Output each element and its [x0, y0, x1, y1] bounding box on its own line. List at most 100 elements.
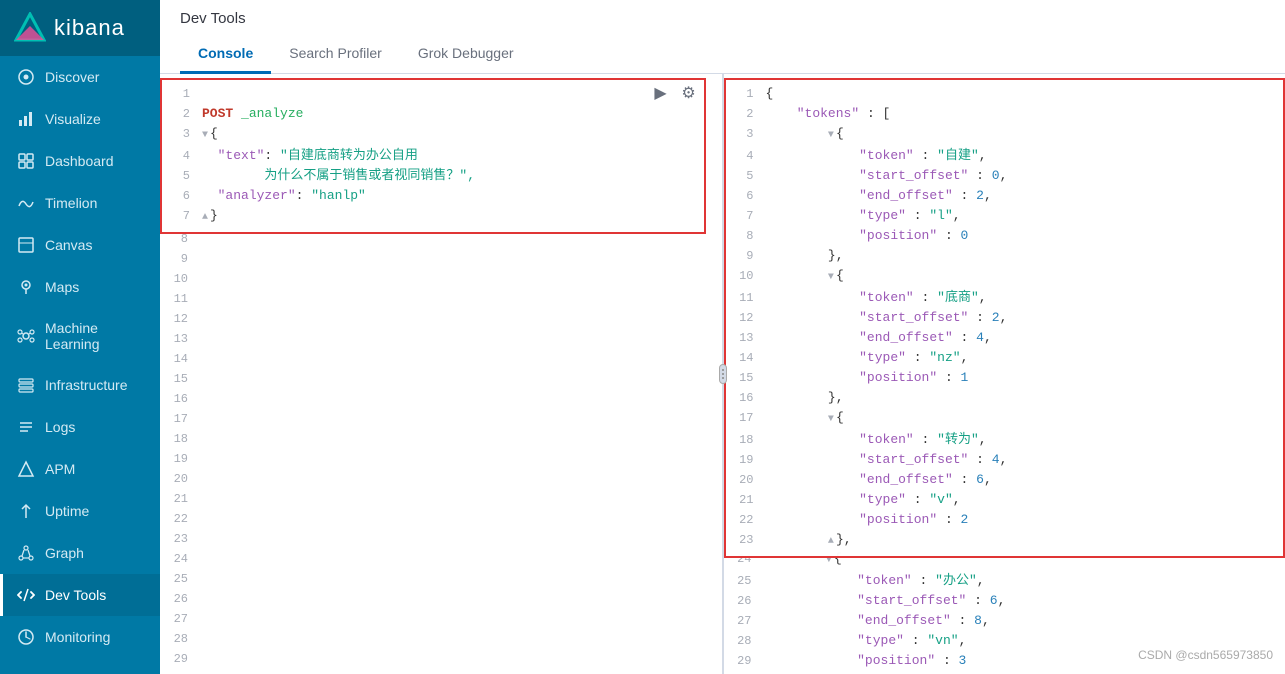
sidebar-item-logs[interactable]: Logs	[0, 406, 160, 448]
code-line: 22	[160, 509, 722, 529]
sidebar-item-uptime[interactable]: Uptime	[0, 490, 160, 532]
sidebar-item-label: Machine Learning	[45, 320, 146, 352]
sidebar-item-label: Uptime	[45, 503, 89, 519]
code-line: 13 "end_offset" : 4,	[726, 328, 1284, 348]
sidebar-item-label: Visualize	[45, 111, 101, 127]
code-line: 26	[160, 589, 722, 609]
kibana-logo-icon	[14, 12, 46, 44]
code-line: 12 "start_offset" : 2,	[726, 308, 1284, 328]
dev-tools-icon	[17, 586, 35, 604]
code-line: 17 ▼{	[726, 408, 1284, 430]
sidebar-item-label: Monitoring	[45, 629, 110, 645]
panel-divider	[723, 74, 724, 674]
code-line: 9	[160, 249, 722, 269]
code-line: 15	[160, 369, 722, 389]
code-line: 27 "end_offset" : 8,	[724, 611, 1285, 631]
code-line: 17	[160, 409, 722, 429]
code-line: 20 "end_offset" : 6,	[726, 470, 1284, 490]
sidebar-item-label: Graph	[45, 545, 84, 561]
code-line: 26 "start_offset" : 6,	[724, 591, 1285, 611]
visualize-icon	[17, 110, 35, 128]
code-line: 21 "type" : "v",	[726, 490, 1284, 510]
code-line: 13	[160, 329, 722, 349]
code-line: 1 {	[726, 84, 1284, 104]
sidebar-item-label: Infrastructure	[45, 377, 127, 393]
code-line: 1	[162, 84, 704, 104]
divider-handle[interactable]	[719, 364, 727, 384]
output-highlight-box: 1 { 2 "tokens" : [ 3 ▼{	[724, 78, 1285, 558]
sidebar-item-label: APM	[45, 461, 75, 477]
sidebar-item-label: Maps	[45, 279, 79, 295]
timelion-icon	[17, 194, 35, 212]
code-line: 18	[160, 429, 722, 449]
sidebar-item-dashboard[interactable]: Dashboard	[0, 140, 160, 182]
sidebar-item-canvas[interactable]: Canvas	[0, 224, 160, 266]
code-line: 6 "end_offset" : 2,	[726, 186, 1284, 206]
code-line: 24	[160, 549, 722, 569]
tab-search-profiler[interactable]: Search Profiler	[271, 35, 400, 74]
code-line: 23	[160, 529, 722, 549]
run-button[interactable]: ▶	[650, 82, 672, 104]
sidebar-item-timelion[interactable]: Timelion	[0, 182, 160, 224]
code-line: 3 ▼{	[726, 124, 1284, 146]
right-code-editor[interactable]: 1 { 2 "tokens" : [ 3 ▼{	[724, 74, 1285, 674]
code-line: 3 ▼{	[162, 124, 704, 146]
sidebar-item-label: Logs	[45, 419, 75, 435]
sidebar-item-apm[interactable]: APM	[0, 448, 160, 490]
left-panel: ▶ ⚙ 1 2 POST _analyze	[160, 74, 723, 674]
code-line: 6 "analyzer": "hanlp"	[162, 186, 704, 206]
code-line: 28	[160, 629, 722, 649]
sidebar-item-dev-tools[interactable]: Dev Tools	[0, 574, 160, 616]
kibana-logo-text: kibana	[54, 15, 125, 41]
code-line: 4 "text": "自建底商转为办公自用	[162, 146, 704, 166]
sidebar-item-graph[interactable]: Graph	[0, 532, 160, 574]
main-content: Dev Tools Console Search Profiler Grok D…	[160, 0, 1285, 674]
sidebar-item-label: Timelion	[45, 195, 97, 211]
settings-button[interactable]: ⚙	[678, 82, 700, 104]
page-title: Dev Tools	[180, 10, 1265, 27]
sidebar-item-infrastructure[interactable]: Infrastructure	[0, 364, 160, 406]
code-line: 16	[160, 389, 722, 409]
discover-icon	[17, 68, 35, 86]
code-line: 14 "type" : "nz",	[726, 348, 1284, 368]
code-line: 14	[160, 349, 722, 369]
logs-icon	[17, 418, 35, 436]
canvas-icon	[17, 236, 35, 254]
code-line: 20	[160, 469, 722, 489]
header: Dev Tools Console Search Profiler Grok D…	[160, 0, 1285, 74]
sidebar: kibana Discover Visualize Dashboard Time…	[0, 0, 160, 674]
code-line: 29	[160, 649, 722, 669]
code-line: 5 "start_offset" : 0,	[726, 166, 1284, 186]
monitoring-icon	[17, 628, 35, 646]
code-line: 10	[160, 269, 722, 289]
code-line: 9 },	[726, 246, 1284, 266]
code-line: 2 "tokens" : [	[726, 104, 1284, 124]
logo-area[interactable]: kibana	[0, 0, 160, 56]
code-line: 11 "token" : "底商",	[726, 288, 1284, 308]
graph-icon	[17, 544, 35, 562]
tab-console[interactable]: Console	[180, 35, 271, 74]
sidebar-item-label: Discover	[45, 69, 99, 85]
tab-grok-debugger[interactable]: Grok Debugger	[400, 35, 532, 74]
code-line: 11	[160, 289, 722, 309]
left-code-editor[interactable]: 1 2 POST _analyze 3 ▼{ 4	[160, 74, 722, 674]
sidebar-item-visualize[interactable]: Visualize	[0, 98, 160, 140]
code-line: 7 ▲}	[162, 206, 704, 228]
sidebar-item-maps[interactable]: Maps	[0, 266, 160, 308]
sidebar-item-machine-learning[interactable]: Machine Learning	[0, 308, 160, 364]
machine-learning-icon	[17, 327, 35, 345]
infrastructure-icon	[17, 376, 35, 394]
code-line: 22 "position" : 2	[726, 510, 1284, 530]
maps-icon	[17, 278, 35, 296]
code-line: 2 POST _analyze	[162, 104, 704, 124]
sidebar-item-discover[interactable]: Discover	[0, 56, 160, 98]
code-line: 5 为什么不属于销售或者视同销售？",	[162, 166, 704, 186]
code-line: 27	[160, 609, 722, 629]
sidebar-item-monitoring[interactable]: Monitoring	[0, 616, 160, 658]
right-panel: 1 { 2 "tokens" : [ 3 ▼{	[724, 74, 1285, 674]
uptime-icon	[17, 502, 35, 520]
code-line: 8 "position" : 0	[726, 226, 1284, 246]
code-line: 25	[160, 569, 722, 589]
code-line: 16 },	[726, 388, 1284, 408]
code-line: 18 "token" : "转为",	[726, 430, 1284, 450]
